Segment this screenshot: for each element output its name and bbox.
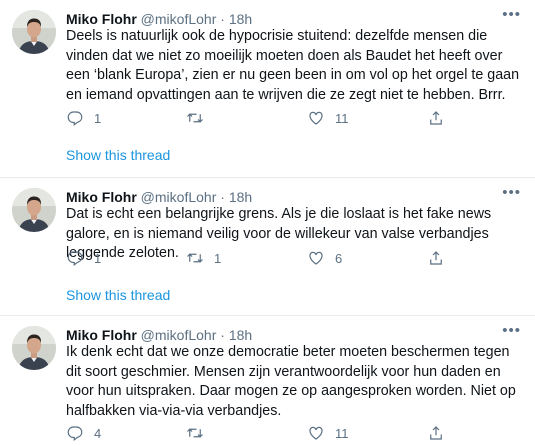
author-name[interactable]: Miko Flohr: [66, 11, 137, 27]
author-handle[interactable]: @mikofLohr: [141, 11, 217, 27]
reply-button[interactable]: 1: [66, 108, 101, 128]
separator: ·: [220, 327, 225, 343]
retweet-button[interactable]: [186, 423, 214, 443]
share-icon: [430, 426, 442, 440]
author-handle[interactable]: @mikofLohr: [141, 327, 217, 343]
tweet-header: Miko Flohr @mikofLohr · 18h: [66, 326, 252, 344]
reply-count: 4: [94, 425, 102, 441]
show-thread-link[interactable]: Show this thread: [66, 147, 170, 163]
heart-icon: [309, 426, 323, 440]
tweet-time[interactable]: 18h: [229, 327, 252, 343]
avatar[interactable]: [12, 10, 56, 54]
reply-count: 1: [94, 110, 102, 126]
tweet-text: Ik denk echt dat we onze democratie bete…: [66, 344, 516, 419]
like-button[interactable]: 11: [307, 423, 349, 443]
more-icon[interactable]: •••: [502, 322, 521, 339]
tweet-time[interactable]: 18h: [229, 11, 252, 27]
reply-count: 1: [94, 250, 102, 266]
retweet-icon: [187, 428, 203, 438]
tweet-time[interactable]: 18h: [229, 189, 252, 205]
share-icon: [430, 111, 442, 125]
separator: ·: [220, 189, 225, 205]
author-name[interactable]: Miko Flohr: [66, 189, 137, 205]
like-count: 11: [335, 425, 349, 441]
author-name[interactable]: Miko Flohr: [66, 327, 137, 343]
avatar[interactable]: [12, 326, 56, 370]
separator: ·: [220, 11, 225, 27]
retweet-button[interactable]: 1: [186, 248, 221, 268]
more-icon[interactable]: •••: [502, 6, 521, 23]
author-handle[interactable]: @mikofLohr: [141, 189, 217, 205]
share-button[interactable]: [427, 108, 445, 128]
retweet-icon: [187, 253, 203, 263]
heart-icon: [309, 111, 323, 125]
more-icon[interactable]: •••: [502, 184, 521, 201]
retweet-count: 1: [214, 250, 222, 266]
tweet-actions: 1 1 6: [66, 248, 466, 268]
tweet-header: Miko Flohr @mikofLohr · 18h: [66, 10, 252, 28]
tweet[interactable]: Miko Flohr @mikofLohr · 18h ••• Ik denk …: [0, 316, 535, 446]
tweet-header: Miko Flohr @mikofLohr · 18h: [66, 188, 252, 206]
show-thread-link[interactable]: Show this thread: [66, 287, 170, 303]
tweet-actions: 1 11: [66, 108, 466, 128]
reply-icon: [67, 251, 83, 266]
tweet[interactable]: Miko Flohr @mikofLohr · 18h ••• Dat is e…: [0, 178, 535, 316]
like-count: 11: [335, 110, 349, 126]
avatar[interactable]: [12, 188, 56, 232]
like-count: 6: [335, 250, 343, 266]
reply-icon: [67, 111, 83, 126]
heart-icon: [309, 251, 323, 265]
retweet-icon: [187, 113, 203, 123]
like-button[interactable]: 11: [307, 108, 349, 128]
share-button[interactable]: [427, 423, 445, 443]
share-button[interactable]: [427, 248, 445, 268]
tweet[interactable]: Miko Flohr @mikofLohr · 18h ••• Deels is…: [0, 0, 535, 178]
reply-button[interactable]: 4: [66, 423, 101, 443]
like-button[interactable]: 6: [307, 248, 342, 268]
reply-icon: [67, 426, 83, 441]
reply-button[interactable]: 1: [66, 248, 101, 268]
tweet-actions: 4 11: [66, 423, 466, 443]
share-icon: [430, 251, 442, 265]
retweet-button[interactable]: [186, 108, 214, 128]
tweet-text: Deels is natuurlijk ook de hypocrisie st…: [66, 28, 520, 103]
